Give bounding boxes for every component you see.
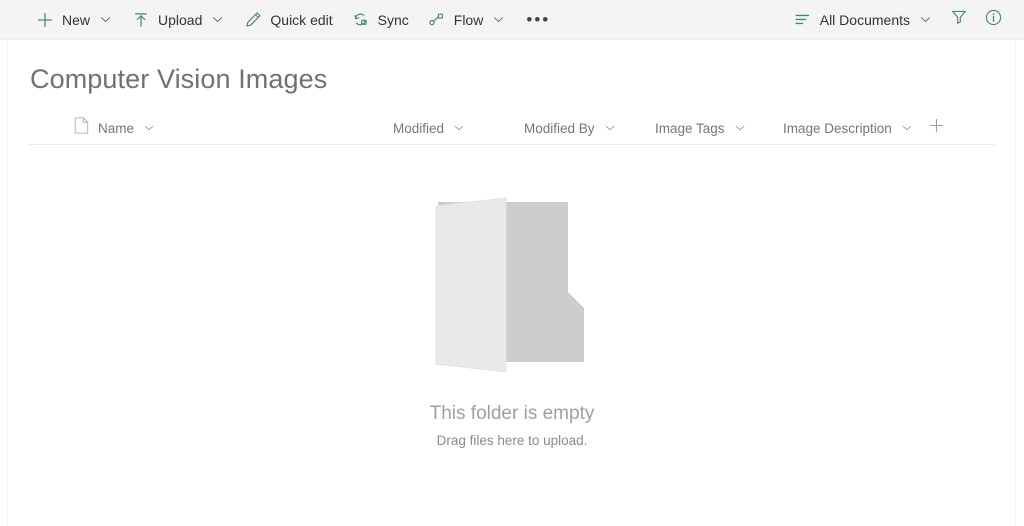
column-header-image-tags-label: Image Tags: [655, 120, 725, 136]
filter-button[interactable]: [942, 0, 976, 40]
upload-button-label: Upload: [158, 11, 203, 28]
quick-edit-button[interactable]: Quick edit: [234, 0, 341, 40]
column-header-modified-label: Modified: [393, 120, 445, 136]
empty-state: This folder is empty Drag files here to …: [0, 196, 1024, 450]
page-title: Computer Vision Images: [30, 64, 328, 94]
empty-state-title: This folder is empty: [429, 403, 595, 424]
column-header-image-description-label: Image Description: [783, 120, 892, 136]
column-header-image-description[interactable]: Image Description: [783, 112, 914, 144]
column-header-modified-by-label: Modified By: [524, 120, 595, 136]
flow-button[interactable]: Flow: [418, 0, 516, 40]
upload-icon: [131, 10, 151, 30]
plus-icon: [35, 10, 55, 30]
sync-button-label: Sync: [377, 11, 409, 28]
flow-icon: [427, 10, 447, 30]
chevron-down-icon: [900, 121, 914, 135]
more-options-button[interactable]: •••: [521, 0, 555, 40]
column-header-modified-by[interactable]: Modified By: [524, 112, 617, 144]
document-icon: [74, 117, 89, 139]
column-header-name[interactable]: Name: [98, 112, 156, 144]
sync-button[interactable]: Sync: [342, 0, 418, 40]
chevron-down-icon: [142, 121, 156, 135]
chevron-down-icon: [603, 121, 617, 135]
view-selector-label: All Documents: [819, 11, 910, 28]
column-header-row: Name Modified Modified By Image Tags Ima…: [28, 112, 995, 145]
flow-button-label: Flow: [453, 11, 484, 28]
new-button-label: New: [62, 11, 91, 28]
empty-state-subtitle: Drag files here to upload.: [436, 433, 588, 448]
column-header-file-type[interactable]: [66, 112, 96, 144]
new-button[interactable]: New: [26, 0, 122, 40]
column-header-name-label: Name: [98, 120, 135, 136]
quick-edit-button-label: Quick edit: [270, 11, 333, 28]
column-header-image-tags[interactable]: Image Tags: [655, 112, 747, 144]
add-column-button[interactable]: [920, 112, 952, 144]
view-selector-button[interactable]: All Documents: [784, 0, 942, 40]
pencil-icon: [243, 10, 263, 30]
chevron-down-icon: [97, 12, 113, 28]
column-header-modified[interactable]: Modified: [393, 112, 466, 144]
sync-icon: [351, 10, 371, 30]
chevron-down-icon: [490, 12, 506, 28]
list-view-icon: [793, 10, 813, 30]
sharepoint-document-library: New Upload Quick edit Sync Flow ••• All …: [0, 0, 1024, 526]
chevron-down-icon: [733, 121, 747, 135]
upload-button[interactable]: Upload: [122, 0, 234, 40]
chevron-down-icon: [917, 12, 933, 28]
command-bar-right-group: All Documents: [784, 0, 1024, 40]
information-circle-icon: [984, 8, 1003, 32]
command-bar-left-group: New Upload Quick edit Sync Flow •••: [0, 0, 555, 40]
command-bar: New Upload Quick edit Sync Flow ••• All …: [0, 0, 1024, 40]
plus-icon: [929, 118, 944, 138]
filter-funnel-icon: [950, 8, 968, 31]
chevron-down-icon: [209, 12, 225, 28]
info-button[interactable]: [976, 0, 1010, 40]
chevron-down-icon: [452, 121, 466, 135]
empty-folder-illustration: [432, 196, 592, 386]
